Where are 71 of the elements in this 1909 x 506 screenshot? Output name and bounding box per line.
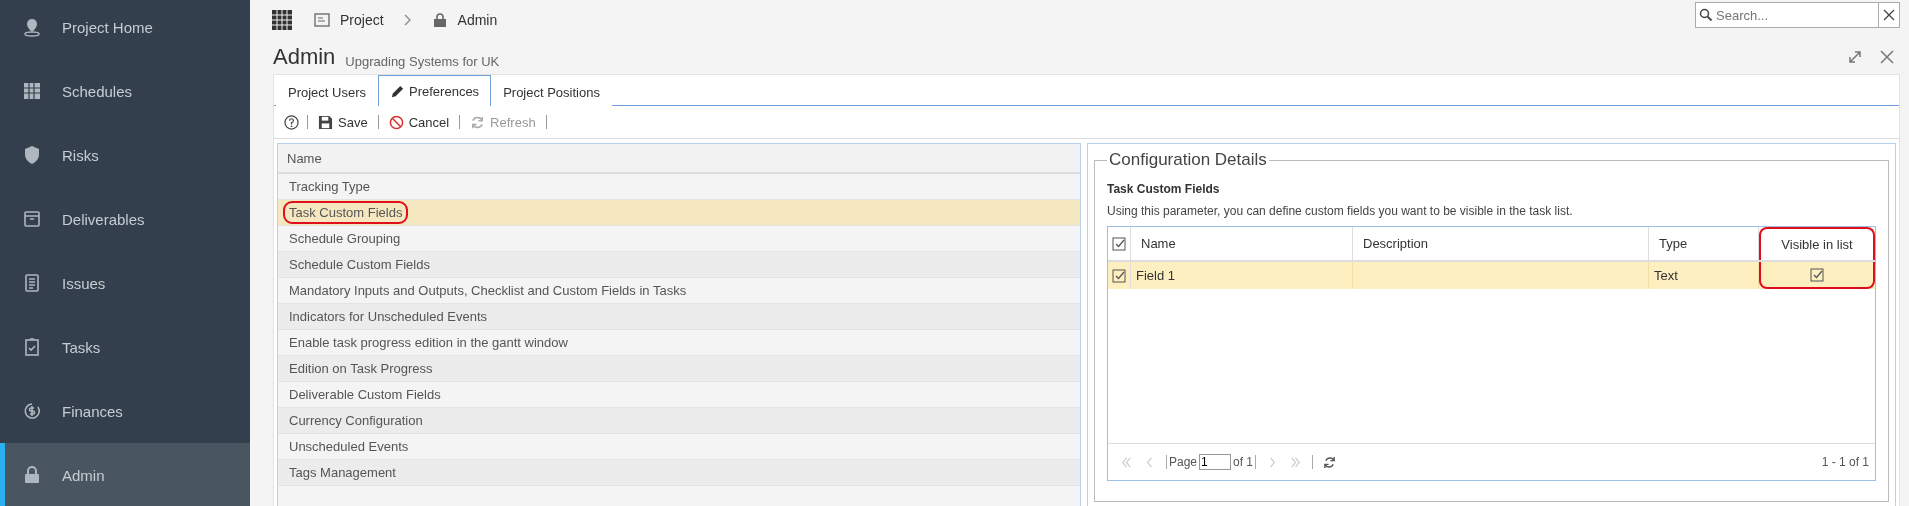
refresh-icon [470, 114, 486, 130]
sidebar-item[interactable]: Admin [0, 443, 250, 506]
list-item-text: Tracking Type [288, 178, 371, 196]
column-header[interactable]: Visible in list [1759, 227, 1875, 260]
toolbar-button[interactable]: Save [316, 114, 370, 130]
page-input[interactable]: 1 [1199, 454, 1232, 470]
list-item-text: Schedule Custom Fields [288, 256, 431, 274]
list-item-text: Task Custom Fields [283, 201, 409, 224]
chevron-icon [403, 14, 412, 26]
search-icon [1699, 8, 1713, 22]
expand-icon[interactable] [1847, 49, 1863, 65]
visible-checkbox[interactable] [1810, 267, 1824, 282]
list-row[interactable]: Indicators for Unscheduled Events [278, 304, 1080, 330]
fieldset-legend: Configuration Details [1107, 150, 1269, 170]
breadcrumb-link[interactable]: Project [340, 12, 384, 28]
list-item-text: Edition on Task Progress [288, 360, 434, 378]
window-icon [314, 12, 330, 28]
section-heading: Task Custom Fields [1107, 182, 1221, 196]
list-item-text: Deliverable Custom Fields [288, 386, 442, 404]
list-row[interactable]: Tags Management [278, 460, 1080, 486]
sidebar-item[interactable]: Finances [0, 379, 250, 443]
tab[interactable]: Preferences [378, 75, 492, 106]
page-title: Admin [273, 44, 336, 70]
sidebar-item[interactable]: Issues [0, 251, 250, 315]
list-item-text: Mandatory Inputs and Outputs, Checklist and Custom Fields in Tasks [288, 282, 688, 300]
paging-summary: 1 - 1 of 1 [1821, 455, 1869, 469]
grid-row[interactable]: Field 1 Text [1108, 262, 1875, 289]
list-item-text: Unscheduled Events [288, 438, 410, 456]
column-header[interactable]: Type [1649, 227, 1759, 260]
column-header[interactable]: Description [1353, 227, 1649, 260]
page-count: of 1 [1233, 455, 1254, 469]
close-icon[interactable] [1879, 49, 1895, 65]
toolbar-button[interactable]: Cancel [386, 114, 452, 130]
help-icon[interactable] [284, 114, 299, 130]
list-row[interactable]: Edition on Task Progress [278, 356, 1080, 382]
clipboard-icon [22, 337, 42, 357]
list-row[interactable]: Currency Configuration [278, 408, 1080, 434]
row-checkbox[interactable] [1112, 268, 1126, 283]
dollar-icon [22, 401, 42, 421]
grid-icon [22, 81, 42, 101]
breadcrumb-link[interactable]: Admin [457, 12, 498, 28]
table-cell: Field 1 [1131, 262, 1353, 289]
lock-icon [431, 12, 448, 28]
refresh-icon[interactable] [1323, 455, 1337, 469]
sidebar-item[interactable]: Risks [0, 123, 250, 187]
sidebar-item[interactable]: Deliverables [0, 187, 250, 251]
list-item-text: Indicators for Unscheduled Events [288, 308, 488, 326]
sidebar-item[interactable]: Tasks [0, 315, 250, 379]
list-row[interactable]: Schedule Custom Fields [278, 252, 1080, 278]
column-header[interactable]: Name [1131, 227, 1353, 260]
sidebar-item[interactable]: Schedules [0, 59, 250, 123]
list-item-text: Currency Configuration [288, 412, 424, 430]
prohibited-icon [388, 114, 404, 130]
document-icon [22, 273, 42, 293]
select-all-checkbox-icon[interactable] [1112, 236, 1126, 251]
page-label: Page [1169, 455, 1198, 469]
apps-grid-icon[interactable] [272, 10, 292, 30]
pin-icon [22, 17, 42, 37]
section-description: Using this parameter, you can define custom fields you want to be visible in the task list. [1107, 204, 1574, 218]
page-subtitle: Upgrading Systems for UK [345, 53, 500, 69]
list-row[interactable]: Task Custom Fields [278, 200, 1080, 226]
search-field[interactable]: Search... [1695, 2, 1900, 28]
pencil-icon [390, 83, 406, 99]
list-item-text: Enable task progress edition in the gantt window [288, 334, 569, 352]
box-icon [22, 209, 42, 229]
shield-icon [22, 145, 42, 165]
list-item-text: Tags Management [288, 464, 397, 482]
sidebar-item[interactable]: Project Home [0, 0, 250, 59]
table-cell: Text [1649, 262, 1759, 289]
list-item-text: Schedule Grouping [288, 230, 402, 248]
lock-icon [22, 465, 42, 485]
